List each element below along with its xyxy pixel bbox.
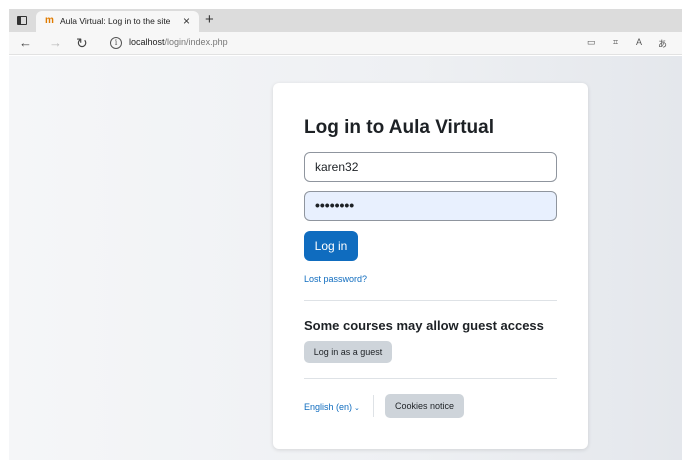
- site-info-icon[interactable]: i: [110, 37, 122, 49]
- forward-icon[interactable]: →: [49, 35, 62, 51]
- address-bar-row: ← → ↻ i localhost/login/index.php ▭ ⌗ A …: [9, 32, 682, 55]
- reader-view-icon[interactable]: ▭: [587, 37, 596, 48]
- translate-icon[interactable]: あ: [658, 37, 667, 50]
- username-field[interactable]: karen32: [304, 152, 557, 182]
- tab-actions-icon[interactable]: [14, 13, 30, 27]
- reload-icon[interactable]: ↻: [76, 35, 88, 51]
- new-tab-icon[interactable]: +: [205, 10, 214, 30]
- back-icon[interactable]: ←: [19, 35, 32, 51]
- divider: [304, 300, 557, 301]
- moodle-logo-icon: m: [45, 15, 54, 26]
- password-field[interactable]: ••••••••: [304, 191, 557, 221]
- cookies-notice-button[interactable]: Cookies notice: [385, 394, 464, 418]
- tab-title: Aula Virtual: Log in to the site: [60, 16, 171, 26]
- guest-login-button[interactable]: Log in as a guest: [304, 341, 392, 363]
- vertical-divider: [373, 395, 374, 417]
- login-card: Log in to Aula Virtual karen32 •••••••• …: [273, 83, 588, 449]
- browser-tab[interactable]: m Aula Virtual: Log in to the site ×: [36, 11, 199, 32]
- tab-strip: m Aula Virtual: Log in to the site × +: [9, 9, 682, 32]
- close-icon[interactable]: ×: [183, 14, 190, 28]
- read-aloud-icon[interactable]: A: [636, 37, 642, 47]
- chevron-down-icon: ⌄: [354, 405, 360, 412]
- screenshot-icon[interactable]: ⌗: [613, 37, 618, 48]
- login-heading: Log in to Aula Virtual: [304, 117, 494, 138]
- language-selector[interactable]: English (en) ⌄: [304, 402, 360, 412]
- guest-access-heading: Some courses may allow guest access: [304, 318, 544, 333]
- url-path: /login/index.php: [164, 37, 228, 47]
- page-content: Log in to Aula Virtual karen32 •••••••• …: [9, 56, 682, 460]
- url-host: localhost: [129, 37, 165, 47]
- address-bar[interactable]: localhost/login/index.php: [129, 37, 228, 47]
- login-button[interactable]: Log in: [304, 231, 358, 261]
- language-label: English (en): [304, 402, 353, 412]
- browser-window: m Aula Virtual: Log in to the site × + ←…: [0, 0, 682, 460]
- divider: [304, 378, 557, 379]
- lost-password-link[interactable]: Lost password?: [304, 274, 367, 284]
